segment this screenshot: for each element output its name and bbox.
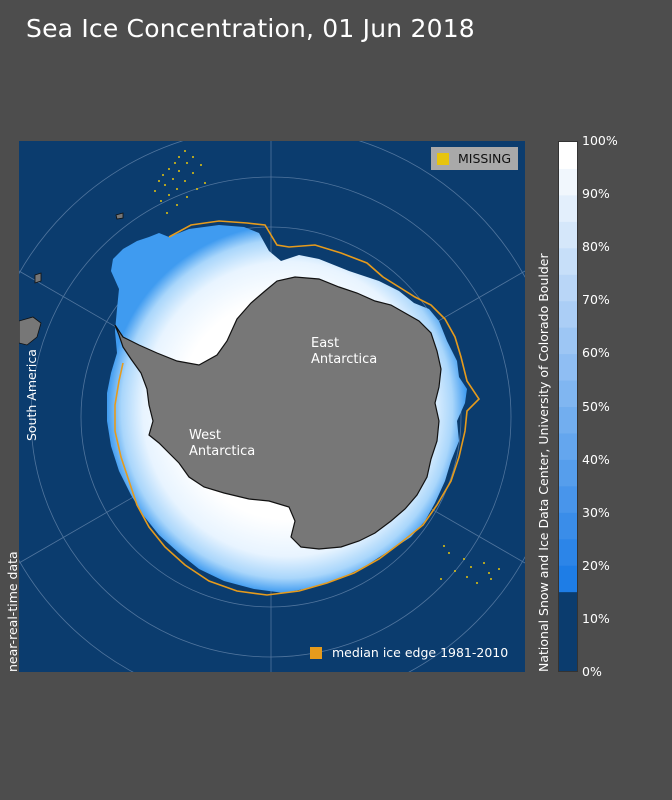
east-label-line1: East bbox=[311, 336, 340, 351]
colorbar-band bbox=[559, 432, 577, 460]
colorbar-tick-label: 80% bbox=[582, 239, 610, 255]
south-america-label: South America bbox=[24, 349, 39, 441]
page-title: Sea Ice Concentration, 01 Jun 2018 bbox=[26, 14, 475, 43]
median-swatch bbox=[310, 646, 322, 659]
colorbar-band bbox=[559, 221, 577, 249]
median-label: median ice edge 1981-2010 bbox=[332, 645, 509, 660]
colorbar-tick-label: 50% bbox=[582, 398, 610, 414]
missing-swatch bbox=[437, 152, 449, 165]
colorbar-band bbox=[559, 274, 577, 302]
colorbar-band bbox=[559, 142, 577, 169]
colorbar-tick-label: 30% bbox=[582, 504, 610, 520]
colorbar-band bbox=[559, 194, 577, 222]
near-real-time-label: near-real-time data bbox=[5, 551, 20, 672]
east-label-line2: Antarctica bbox=[311, 352, 378, 367]
colorbar-band bbox=[559, 459, 577, 487]
colorbar-band bbox=[559, 406, 577, 434]
colorbar-tick-label: 20% bbox=[582, 557, 610, 573]
colorbar-band bbox=[559, 247, 577, 275]
colorbar-band-open-water bbox=[559, 591, 577, 671]
missing-label: MISSING bbox=[458, 151, 512, 166]
colorbar-bands bbox=[559, 142, 577, 671]
colorbar-tick-label: 10% bbox=[582, 610, 610, 626]
colorbar-tick-label: 60% bbox=[582, 345, 610, 361]
colorbar-band bbox=[559, 300, 577, 328]
map-canvas bbox=[19, 141, 525, 672]
west-label-line2: Antarctica bbox=[189, 444, 256, 459]
colorbar-tick-label: 40% bbox=[582, 451, 610, 467]
colorbar-tick-label: 100% bbox=[582, 133, 618, 148]
colorbar-band bbox=[559, 327, 577, 355]
west-label-line1: West bbox=[189, 428, 221, 443]
west-antarctica-label: West Antarctica bbox=[189, 428, 255, 460]
colorbar-band bbox=[559, 538, 577, 566]
colorbar-band bbox=[559, 512, 577, 540]
median-legend: median ice edge 1981-2010 bbox=[310, 645, 508, 660]
colorbar-tick-label: 90% bbox=[582, 186, 610, 202]
colorbar bbox=[558, 141, 578, 672]
colorbar-band bbox=[559, 353, 577, 381]
missing-legend: MISSING bbox=[431, 147, 518, 170]
credit-label: National Snow and Ice Data Center, Unive… bbox=[536, 253, 551, 672]
colorbar-tick-label: 0% bbox=[582, 664, 602, 679]
sea-ice-map: East Antarctica West Antarctica bbox=[19, 141, 525, 672]
colorbar-band bbox=[559, 168, 577, 196]
east-antarctica-label: East Antarctica bbox=[311, 336, 377, 368]
colorbar-band bbox=[559, 380, 577, 407]
colorbar-band bbox=[559, 485, 577, 513]
colorbar-band bbox=[559, 565, 577, 593]
colorbar-tick-label: 70% bbox=[582, 292, 610, 308]
